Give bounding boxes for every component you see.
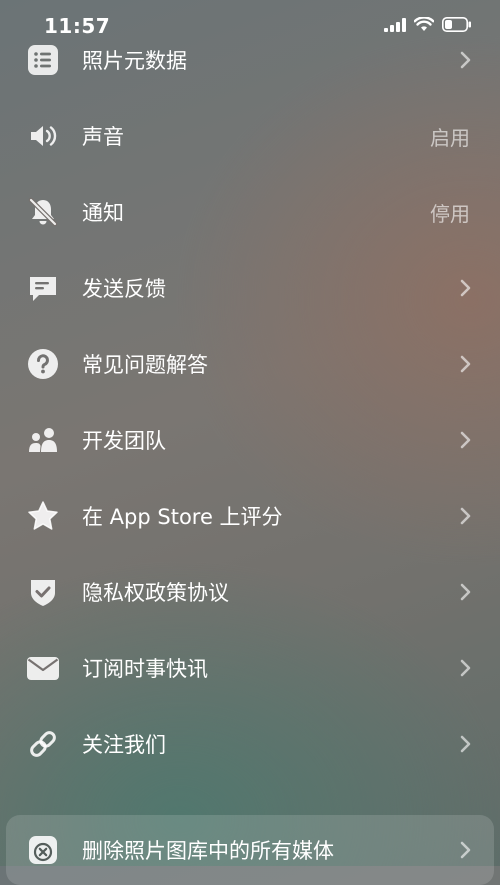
menu-item-label: 订阅时事快讯	[82, 657, 208, 681]
menu-item-label: 隐私权政策协议	[82, 581, 229, 605]
chevron-right-icon	[460, 841, 471, 859]
menu-item-follow[interactable]: 关注我们	[0, 706, 500, 782]
menu-item-label: 声音	[82, 125, 124, 149]
menu-item-label: 常见问题解答	[82, 353, 208, 377]
people-icon	[26, 423, 60, 457]
chevron-right-icon	[460, 51, 471, 69]
chevron-right-icon	[460, 279, 471, 297]
star-icon	[26, 499, 60, 533]
chevron-right-icon	[460, 659, 471, 677]
list-icon	[26, 43, 60, 77]
menu-item-feedback[interactable]: 发送反馈	[0, 250, 500, 326]
shield-check-icon	[26, 575, 60, 609]
menu-item-delete-all-media[interactable]: 删除照片图库中的所有媒体	[6, 815, 494, 885]
menu-item-rate[interactable]: 在 App Store 上评分	[0, 478, 500, 554]
menu-item-label: 开发团队	[82, 429, 166, 453]
menu-item-team[interactable]: 开发团队	[0, 402, 500, 478]
delete-icon	[26, 833, 60, 867]
menu-item-newsletter[interactable]: 订阅时事快讯	[0, 630, 500, 706]
menu-item-label: 发送反馈	[82, 277, 166, 301]
message-icon	[26, 271, 60, 305]
link-icon	[26, 727, 60, 761]
question-icon	[26, 347, 60, 381]
menu-item-label: 关注我们	[82, 733, 166, 757]
menu-item-notifications[interactable]: 通知 停用	[0, 174, 500, 250]
chevron-right-icon	[460, 583, 471, 601]
menu-item-faq[interactable]: 常见问题解答	[0, 326, 500, 402]
chevron-right-icon	[460, 431, 471, 449]
chevron-right-icon	[460, 507, 471, 525]
menu-item-metadata[interactable]: 照片元数据	[0, 22, 500, 98]
bell-slash-icon	[26, 195, 60, 229]
menu-item-label: 在 App Store 上评分	[82, 505, 283, 529]
speaker-icon	[26, 119, 60, 153]
menu-item-label: 通知	[82, 201, 124, 225]
menu-item-privacy[interactable]: 隐私权政策协议	[0, 554, 500, 630]
sound-status-value: 启用	[430, 125, 470, 150]
menu-item-sound[interactable]: 声音 启用	[0, 98, 500, 174]
notifications-status-value: 停用	[430, 201, 470, 226]
chevron-right-icon	[460, 355, 471, 373]
envelope-icon	[26, 651, 60, 685]
menu-item-label: 删除照片图库中的所有媒体	[82, 839, 334, 863]
menu-item-label: 照片元数据	[82, 49, 187, 73]
chevron-right-icon	[460, 735, 471, 753]
